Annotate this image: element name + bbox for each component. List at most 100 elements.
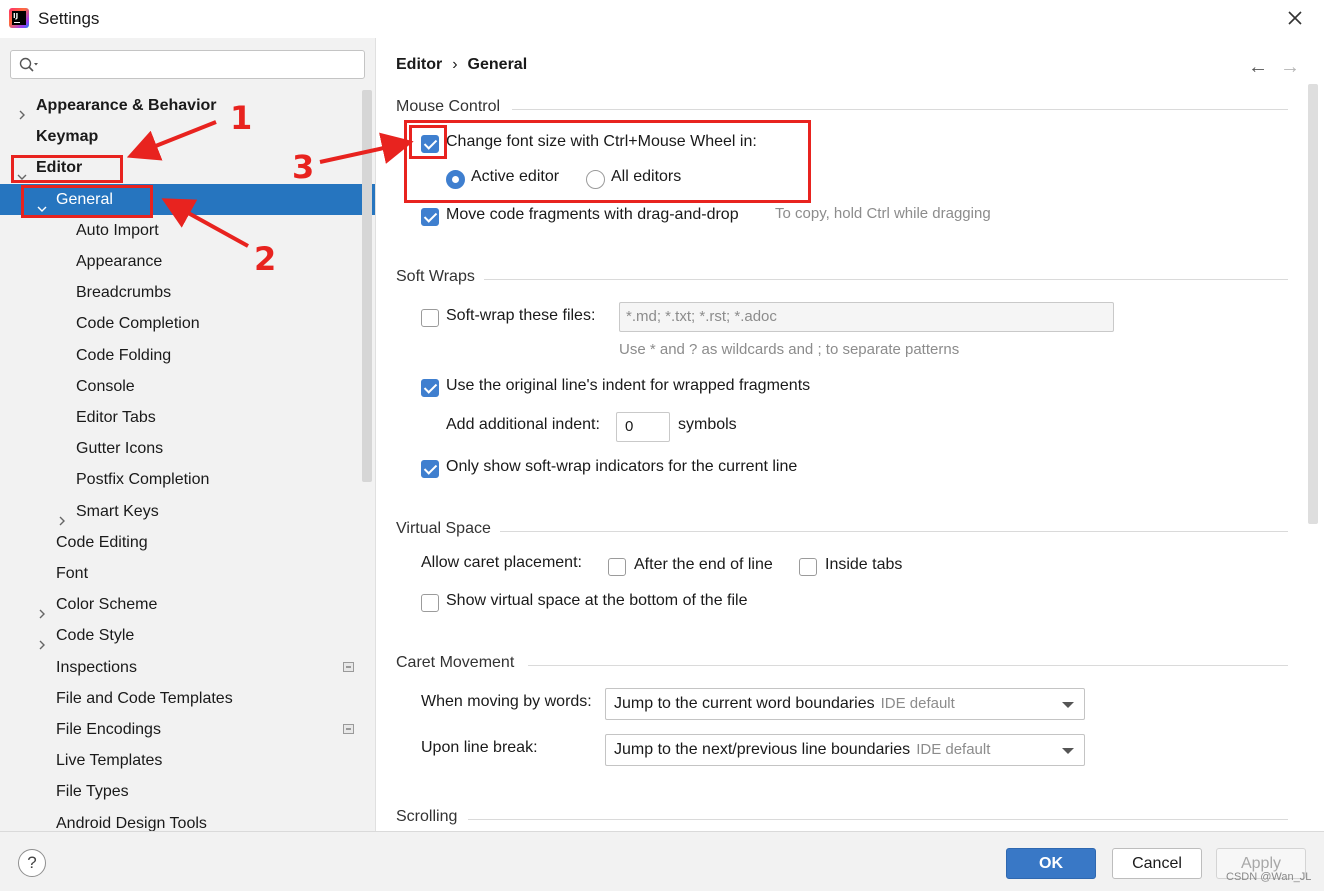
all-editors-radio[interactable] bbox=[586, 170, 605, 189]
soft-wrap-files-input[interactable]: *.md; *.txt; *.rst; *.adoc bbox=[619, 302, 1114, 332]
dialog-footer: ? OK Cancel Apply CSDN @Wan_JL bbox=[0, 831, 1324, 891]
tree-item-label: Code Folding bbox=[76, 347, 172, 364]
original-indent-label: Use the original line's indent for wrapp… bbox=[446, 377, 811, 394]
tree-item-code-completion[interactable]: Code Completion bbox=[0, 308, 375, 339]
tree-item-code-editing[interactable]: Code Editing bbox=[0, 527, 375, 558]
indicators-label: Only show soft-wrap indicators for the c… bbox=[446, 458, 798, 475]
section-title: Mouse Control bbox=[396, 98, 501, 115]
tree-item-editor[interactable]: Editor bbox=[0, 152, 375, 183]
tree-item-appearance-behavior[interactable]: Appearance & Behavior bbox=[0, 90, 375, 121]
breadcrumb-separator: › bbox=[452, 56, 458, 73]
forward-arrow-icon[interactable]: → bbox=[1280, 56, 1312, 79]
tree-item-file-encodings[interactable]: File Encodings bbox=[0, 714, 375, 745]
soft-wrap-files-checkbox[interactable] bbox=[421, 309, 439, 327]
by-words-value: Jump to the current word boundaries bbox=[614, 695, 875, 712]
active-editor-radio[interactable] bbox=[446, 170, 465, 189]
tree-item-label: Font bbox=[56, 565, 89, 582]
ok-button[interactable]: OK bbox=[1006, 848, 1096, 879]
project-scope-icon bbox=[343, 724, 354, 734]
chevron-right-icon[interactable] bbox=[37, 630, 47, 650]
tree-item-general[interactable]: General bbox=[0, 184, 375, 215]
settings-sidebar: Appearance & Behavior Keymap Editor General… bbox=[0, 38, 375, 831]
tree-item-label: Code Style bbox=[56, 627, 135, 644]
tree-item-label: Inspections bbox=[56, 659, 137, 676]
line-break-select[interactable]: Jump to the next/previous line boundarie… bbox=[605, 734, 1085, 766]
tree-item-file-code-templates[interactable]: File and Code Templates bbox=[0, 683, 375, 714]
tree-item-font[interactable]: Font bbox=[0, 558, 375, 589]
tree-item-code-style[interactable]: Code Style bbox=[0, 620, 375, 651]
tree-item-file-types[interactable]: File Types bbox=[0, 776, 375, 807]
tree-item-label: Appearance & Behavior bbox=[36, 97, 217, 114]
breadcrumb-general: General bbox=[467, 56, 528, 73]
by-words-select[interactable]: Jump to the current word boundaries IDE d… bbox=[605, 688, 1085, 720]
chevron-right-icon[interactable] bbox=[37, 599, 47, 619]
cancel-button[interactable]: Cancel bbox=[1112, 848, 1202, 879]
indicators-checkbox[interactable] bbox=[421, 460, 439, 478]
original-indent-checkbox[interactable] bbox=[421, 379, 439, 397]
tree-item-label: Editor Tabs bbox=[76, 409, 156, 426]
tree-item-appearance[interactable]: Appearance bbox=[0, 246, 375, 277]
help-icon[interactable]: ? bbox=[18, 849, 46, 877]
drag-drop-checkbox[interactable] bbox=[421, 208, 439, 226]
tree-item-color-scheme[interactable]: Color Scheme bbox=[0, 589, 375, 620]
tree-item-label: Android Design Tools bbox=[56, 815, 207, 831]
section-title: Soft Wraps bbox=[396, 268, 475, 285]
tree-item-label: Postfix Completion bbox=[76, 471, 210, 488]
back-arrow-icon[interactable]: ← bbox=[1248, 56, 1280, 79]
chevron-right-icon[interactable] bbox=[57, 506, 67, 526]
active-editor-label: Active editor bbox=[471, 168, 560, 185]
inside-tabs-checkbox[interactable] bbox=[799, 558, 817, 576]
title-bar: IJ Settings bbox=[0, 0, 1324, 38]
tree-item-postfix-completion[interactable]: Postfix Completion bbox=[0, 464, 375, 495]
line-break-value: Jump to the next/previous line boundarie… bbox=[614, 741, 911, 758]
by-words-default: IDE default bbox=[880, 695, 955, 712]
drag-drop-hint: To copy, hold Ctrl while dragging bbox=[775, 205, 991, 222]
chevron-down-icon bbox=[1062, 748, 1074, 754]
search-input[interactable] bbox=[10, 50, 365, 79]
tree-item-inspections[interactable]: Inspections bbox=[0, 652, 375, 683]
breadcrumb: Editor › General bbox=[396, 56, 527, 74]
tree-item-label: Color Scheme bbox=[56, 596, 158, 613]
chevron-down-icon[interactable] bbox=[37, 194, 47, 212]
tree-item-label: Editor bbox=[36, 159, 83, 176]
watermark: CSDN @Wan_JL bbox=[1226, 871, 1312, 883]
chevron-down-icon bbox=[1062, 702, 1074, 708]
inside-tabs-label: Inside tabs bbox=[825, 556, 903, 573]
sidebar-scrollbar[interactable] bbox=[362, 90, 372, 482]
section-caret-movement: Caret Movement bbox=[396, 654, 1288, 676]
tree-item-label: Smart Keys bbox=[76, 503, 159, 520]
tree-item-label: Gutter Icons bbox=[76, 440, 164, 457]
drag-drop-label: Move code fragments with drag-and-drop bbox=[446, 206, 739, 223]
soft-wrap-pattern-hint: Use * and ? as wildcards and ; to separa… bbox=[619, 341, 960, 358]
chevron-right-icon[interactable] bbox=[17, 100, 27, 120]
section-soft-wraps: Soft Wraps bbox=[396, 268, 1288, 290]
content-scrollbar[interactable] bbox=[1308, 84, 1318, 524]
change-font-checkbox[interactable] bbox=[421, 135, 439, 153]
intellij-logo-icon: IJ bbox=[9, 8, 29, 28]
tree-item-label: File Types bbox=[56, 783, 129, 800]
tree-item-live-templates[interactable]: Live Templates bbox=[0, 745, 375, 776]
tree-item-label: Keymap bbox=[36, 128, 99, 145]
caret-placement-label: Allow caret placement: bbox=[421, 554, 582, 571]
tree-item-gutter-icons[interactable]: Gutter Icons bbox=[0, 433, 375, 464]
after-end-label: After the end of line bbox=[634, 556, 773, 573]
after-end-checkbox[interactable] bbox=[608, 558, 626, 576]
tree-item-auto-import[interactable]: Auto Import bbox=[0, 215, 375, 246]
tree-item-editor-tabs[interactable]: Editor Tabs bbox=[0, 402, 375, 433]
tree-item-android-design-tools[interactable]: Android Design Tools bbox=[0, 808, 375, 831]
tree-item-label: General bbox=[56, 191, 113, 208]
tree-item-label: Live Templates bbox=[56, 752, 163, 769]
show-virtual-checkbox[interactable] bbox=[421, 594, 439, 612]
tree-item-console[interactable]: Console bbox=[0, 371, 375, 402]
additional-indent-input[interactable]: 0 bbox=[616, 412, 670, 442]
tree-item-keymap[interactable]: Keymap bbox=[0, 121, 375, 152]
tree-item-breadcrumbs[interactable]: Breadcrumbs bbox=[0, 277, 375, 308]
navigation-arrows: ← → bbox=[1248, 56, 1312, 79]
tree-item-code-folding[interactable]: Code Folding bbox=[0, 340, 375, 371]
tree-item-label: File Encodings bbox=[56, 721, 161, 738]
section-scrolling: Scrolling bbox=[396, 808, 1288, 830]
tree-item-smart-keys[interactable]: Smart Keys bbox=[0, 496, 375, 527]
breadcrumb-editor[interactable]: Editor bbox=[396, 56, 442, 73]
close-icon[interactable] bbox=[1284, 7, 1306, 29]
chevron-down-icon[interactable] bbox=[17, 162, 27, 180]
